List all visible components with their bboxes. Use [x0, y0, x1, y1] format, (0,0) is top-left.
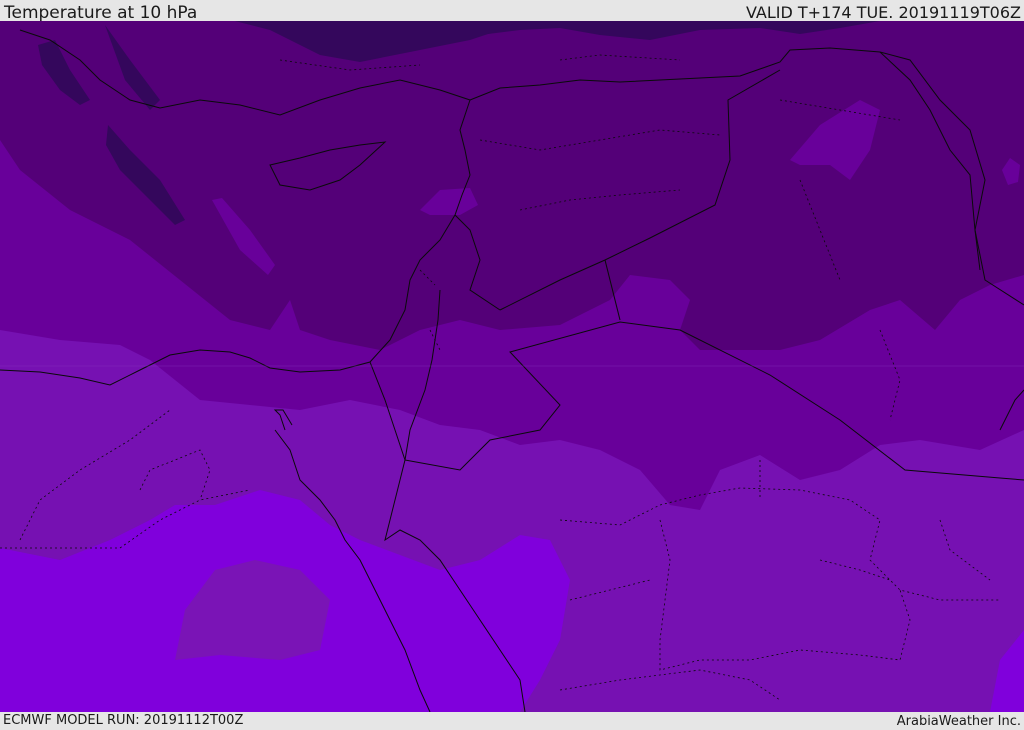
header-bar: Temperature at 10 hPa VALID T+174 TUE. 2…: [0, 0, 1024, 23]
model-run-label: ECMWF MODEL RUN: 20191112T00Z: [3, 713, 244, 728]
map-canvas: [0, 21, 1024, 712]
map-title: Temperature at 10 hPa: [4, 3, 198, 23]
valid-time-label: VALID T+174 TUE. 20191119T06Z: [745, 3, 1021, 22]
footer-bar: ECMWF MODEL RUN: 20191112T00Z ArabiaWeat…: [0, 712, 1024, 729]
temperature-map[interactable]: [0, 21, 1024, 712]
credit-label: ArabiaWeather Inc.: [896, 714, 1021, 729]
